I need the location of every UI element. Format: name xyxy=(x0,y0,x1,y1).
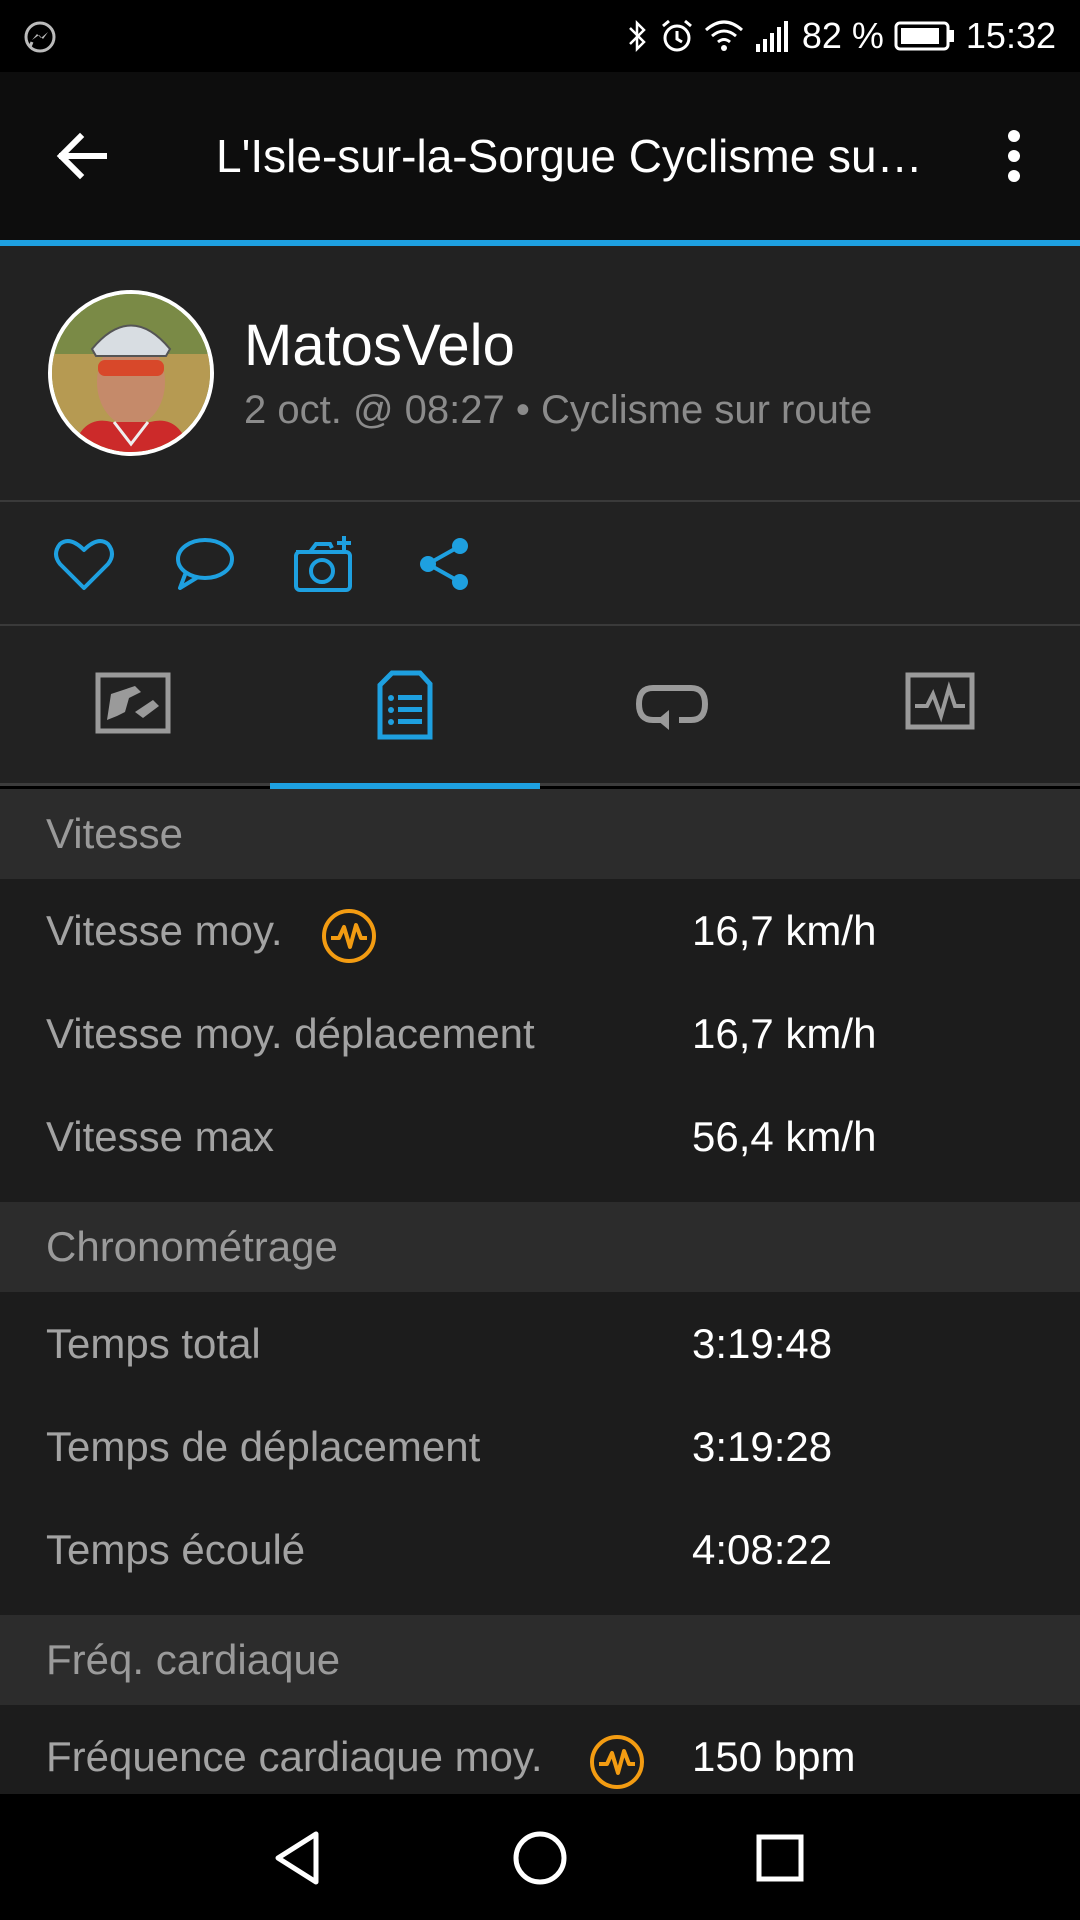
share-icon[interactable] xyxy=(414,534,478,594)
section-header-speed: Vitesse xyxy=(0,789,1080,879)
arrow-left-icon[interactable] xyxy=(54,128,110,184)
laps-icon xyxy=(635,685,709,730)
back-triangle-icon[interactable] xyxy=(270,1828,330,1888)
bluetooth-icon xyxy=(628,19,646,53)
stat-value: 3:19:48 xyxy=(692,1320,833,1367)
app-bar: L'Isle-sur-la-Sorgue Cyclisme su… xyxy=(0,72,1080,240)
activity-header: MatosVelo 2 oct. @ 08:27 • Cyclisme sur … xyxy=(0,246,1080,502)
stat-row: Vitesse moy. 16,7 km/h xyxy=(0,879,1080,982)
tab-bar xyxy=(0,626,1080,789)
stat-row: Vitesse max 56,4 km/h xyxy=(0,1085,1080,1188)
stat-value: 16,7 km/h xyxy=(692,1010,877,1057)
stat-row: Temps total 3:19:48 xyxy=(0,1292,1080,1395)
tab-map[interactable] xyxy=(0,626,270,786)
recents-square-icon[interactable] xyxy=(750,1828,810,1888)
more-vert-icon[interactable] xyxy=(996,128,1032,184)
stat-value: 4:08:22 xyxy=(692,1526,833,1573)
insight-icon[interactable] xyxy=(320,907,378,965)
insight-icon[interactable] xyxy=(588,1733,646,1791)
alarm-icon xyxy=(661,19,692,52)
stat-label: Vitesse moy. xyxy=(46,907,283,954)
chart-icon xyxy=(905,672,975,730)
messenger-icon xyxy=(24,21,56,53)
activity-meta: 2 oct. @ 08:27 • Cyclisme sur route xyxy=(244,388,873,432)
add-photo-icon[interactable] xyxy=(292,534,356,594)
stat-value: 150 bpm xyxy=(692,1733,856,1780)
stat-label: Vitesse max xyxy=(46,1113,274,1160)
wifi-icon xyxy=(704,20,743,51)
tab-details[interactable] xyxy=(270,626,540,789)
stat-row: Vitesse moy. déplacement 16,7 km/h xyxy=(0,982,1080,1085)
comment-icon[interactable] xyxy=(172,534,236,594)
home-circle-icon[interactable] xyxy=(510,1828,570,1888)
section-header-timing: Chronométrage xyxy=(0,1202,1080,1292)
clock: 15:32 xyxy=(965,15,1056,56)
username[interactable]: MatosVelo xyxy=(244,312,515,379)
tab-laps[interactable] xyxy=(540,626,810,786)
action-bar xyxy=(0,502,1080,626)
list-spacer xyxy=(0,1601,1080,1615)
stat-label: Temps total xyxy=(46,1320,261,1367)
stat-row: Temps de déplacement 3:19:28 xyxy=(0,1395,1080,1498)
system-nav-bar xyxy=(0,1794,1080,1920)
stat-label: Temps de déplacement xyxy=(46,1423,481,1470)
page-title: L'Isle-sur-la-Sorgue Cyclisme su… xyxy=(216,130,923,182)
battery-icon xyxy=(894,21,954,51)
stat-label: Vitesse moy. déplacement xyxy=(46,1010,535,1057)
stat-row: Fréquence cardiaque moy. 150 bpm xyxy=(0,1705,1080,1808)
stat-row: Temps écoulé 4:08:22 xyxy=(0,1498,1080,1601)
section-header-heart-rate: Fréq. cardiaque xyxy=(0,1615,1080,1705)
tab-charts[interactable] xyxy=(810,626,1080,786)
avatar[interactable] xyxy=(48,290,214,456)
list-spacer xyxy=(0,1188,1080,1202)
stat-value: 3:19:28 xyxy=(692,1423,833,1470)
map-icon xyxy=(95,672,171,734)
heart-icon[interactable] xyxy=(52,534,116,594)
stat-label: Fréquence cardiaque moy. xyxy=(46,1733,543,1780)
stat-value: 56,4 km/h xyxy=(692,1113,877,1160)
details-icon xyxy=(377,670,433,740)
status-bar: 82 % 15:32 xyxy=(0,0,1080,72)
stats-list: Vitesse Vitesse moy. 16,7 km/h Vitesse m… xyxy=(0,789,1080,1808)
signal-icon xyxy=(755,21,788,52)
battery-percent: 82 % xyxy=(801,15,884,56)
stat-label: Temps écoulé xyxy=(46,1526,306,1573)
stat-value: 16,7 km/h xyxy=(692,907,877,954)
